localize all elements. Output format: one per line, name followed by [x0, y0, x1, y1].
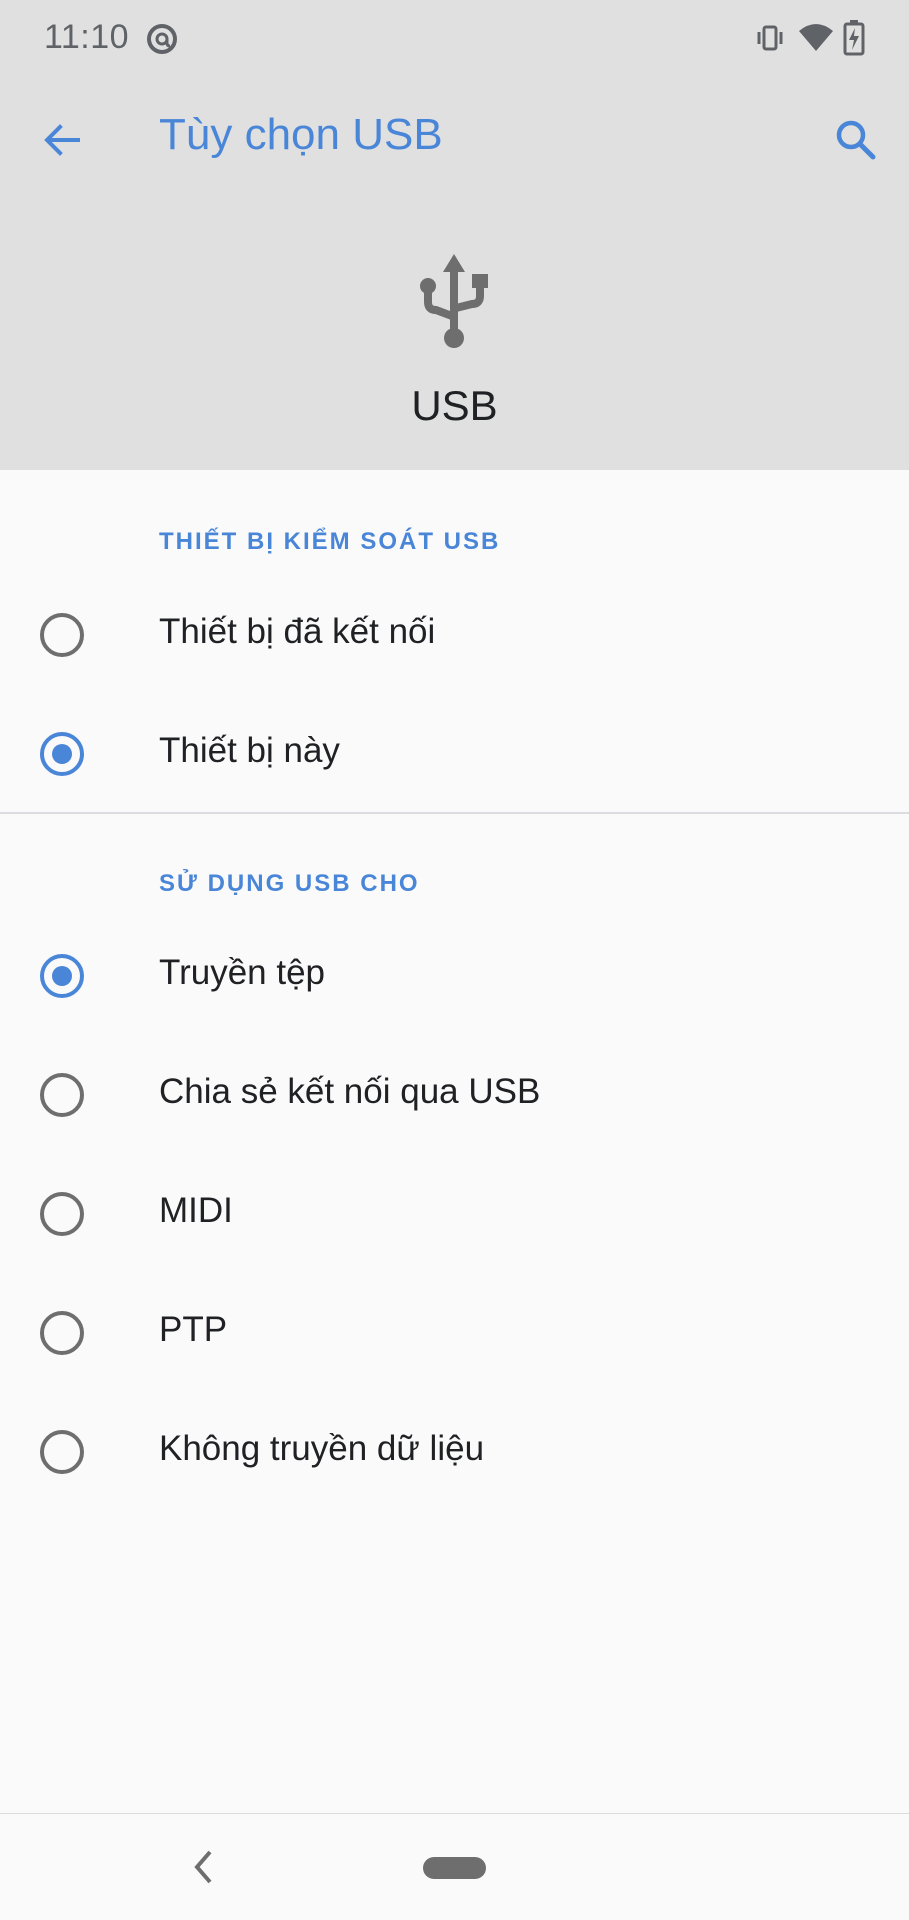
radio-button[interactable] [40, 1073, 84, 1117]
section-header-usb-controlled-by: THIẾT BỊ KIỂM SOÁT USB [159, 528, 501, 555]
at-sign-icon [147, 24, 177, 54]
usb-icon [420, 254, 488, 348]
page-title: Tùy chọn USB [159, 110, 443, 159]
option-label: Chia sẻ kết nối qua USB [159, 1072, 541, 1111]
search-button[interactable] [822, 106, 890, 174]
arrow-back-icon [44, 124, 80, 156]
radio-button[interactable] [40, 1311, 84, 1355]
header-area: 11:10 Tùy chọn USB USB [0, 0, 909, 470]
status-time: 11:10 [44, 18, 130, 56]
radio-dot [52, 744, 72, 764]
app-bar: Tùy chọn USB [0, 76, 909, 200]
vibrate-icon [757, 25, 783, 51]
wifi-icon [799, 24, 833, 51]
status-bar: 11:10 [0, 0, 909, 76]
option-usb-tethering[interactable]: Chia sẻ kết nối qua USB [0, 1034, 909, 1153]
radio-button[interactable] [40, 1430, 84, 1474]
option-no-data-transfer[interactable]: Không truyền dữ liệu [0, 1391, 909, 1510]
option-label: Thiết bị này [159, 731, 340, 770]
option-label: Không truyền dữ liệu [159, 1429, 485, 1468]
option-label: PTP [159, 1310, 228, 1349]
radio-button[interactable] [40, 613, 84, 657]
usb-hero-label: USB [411, 382, 498, 429]
nav-bar [0, 1814, 909, 1920]
nav-back-icon[interactable] [184, 1844, 224, 1890]
section-header-use-usb-for: SỬ DỤNG USB CHO [159, 870, 420, 897]
home-pill-icon[interactable] [423, 1857, 486, 1879]
section-divider [0, 812, 909, 814]
radio-dot [52, 966, 72, 986]
back-button[interactable] [28, 106, 96, 174]
radio-button[interactable] [40, 1192, 84, 1236]
option-connected-device[interactable]: Thiết bị đã kết nối [0, 574, 909, 693]
option-ptp[interactable]: PTP [0, 1272, 909, 1391]
option-this-device[interactable]: Thiết bị này [0, 693, 909, 812]
option-midi[interactable]: MIDI [0, 1153, 909, 1272]
option-label: Truyền tệp [159, 953, 326, 992]
search-icon [836, 120, 876, 160]
radio-button-selected[interactable] [40, 954, 84, 998]
option-label: MIDI [159, 1191, 233, 1230]
option-file-transfer[interactable]: Truyền tệp [0, 915, 909, 1034]
option-label: Thiết bị đã kết nối [159, 612, 436, 651]
radio-button-selected[interactable] [40, 732, 84, 776]
battery-charging-icon [843, 20, 865, 56]
